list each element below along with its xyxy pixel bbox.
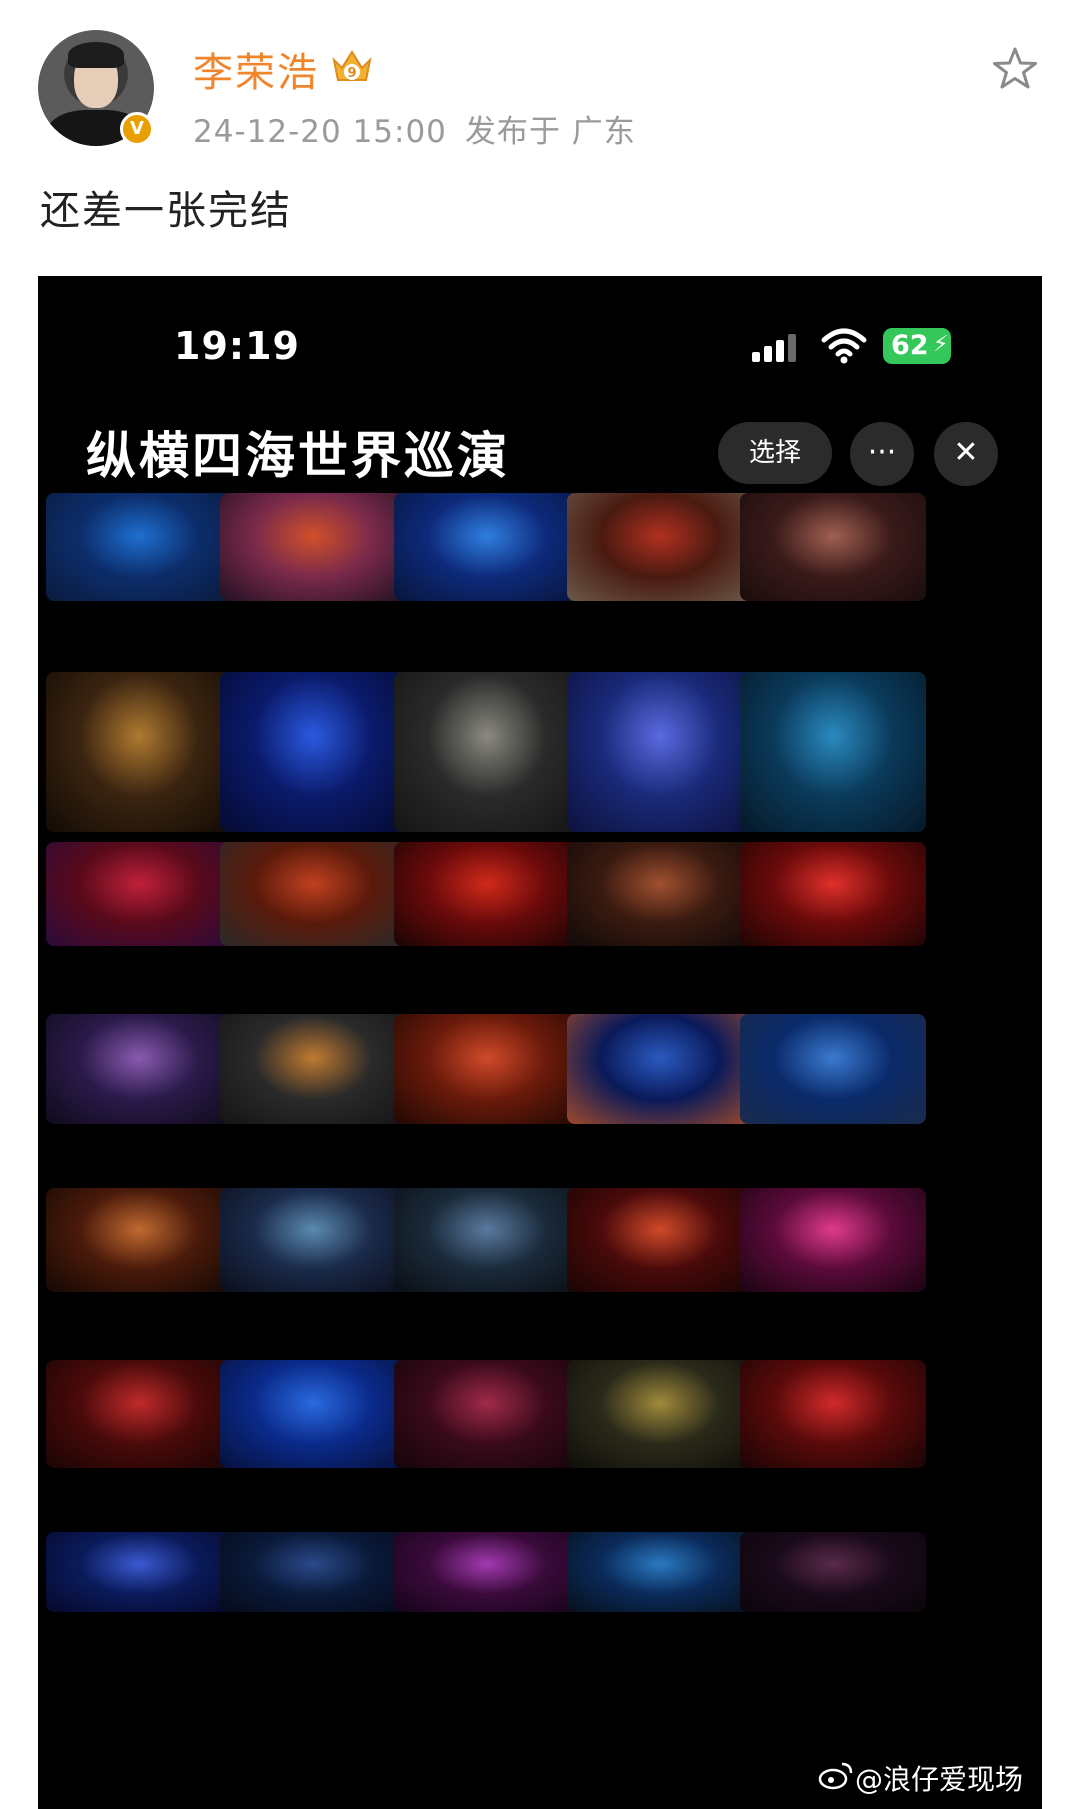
post-text: 还差一张完结 [40, 188, 292, 234]
photo-thumbnail[interactable] [567, 1014, 753, 1124]
photo-thumbnail[interactable] [567, 1532, 753, 1612]
photo-thumbnail[interactable] [567, 1360, 753, 1468]
photo-thumbnail[interactable] [220, 672, 406, 832]
vip-crown-icon: 9 [332, 50, 372, 81]
photo-thumbnail[interactable] [46, 1014, 232, 1124]
photo-thumbnail[interactable] [394, 1188, 580, 1292]
photo-thumbnail[interactable] [740, 1360, 926, 1468]
photo-thumbnail[interactable] [394, 842, 580, 946]
photo-thumbnail[interactable] [220, 842, 406, 946]
watermark: @浪仔爱现场 [855, 1763, 1024, 1796]
verified-badge-icon: V [120, 112, 154, 146]
photo-thumbnail[interactable] [220, 493, 406, 601]
photo-grid [38, 276, 1042, 1809]
photo-thumbnail[interactable] [394, 493, 580, 601]
photo-thumbnail[interactable] [740, 1532, 926, 1612]
username[interactable]: 李荣浩 [193, 40, 319, 98]
post-meta: 24-12-20 15:00 发布于 广东 [193, 106, 636, 151]
vip-level-label: 9 [347, 66, 356, 81]
photo-thumbnail[interactable] [394, 1532, 580, 1612]
photo-thumbnail[interactable] [394, 1360, 580, 1468]
photo-thumbnail[interactable] [740, 1188, 926, 1292]
photo-thumbnail[interactable] [394, 1014, 580, 1124]
photo-thumbnail[interactable] [740, 1014, 926, 1124]
photo-thumbnail[interactable] [220, 1014, 406, 1124]
embedded-screenshot[interactable]: 19:19 62 ⚡ 纵横四海世界巡演 选择 ··· ✕ [38, 276, 1042, 1809]
photo-thumbnail[interactable] [567, 672, 753, 832]
photo-thumbnail[interactable] [46, 1532, 232, 1612]
photo-thumbnail[interactable] [46, 672, 232, 832]
photo-thumbnail[interactable] [567, 842, 753, 946]
photo-thumbnail[interactable] [46, 493, 232, 601]
weibo-logo-icon [818, 1762, 853, 1790]
photo-thumbnail[interactable] [46, 842, 232, 946]
photo-thumbnail[interactable] [220, 1532, 406, 1612]
photo-thumbnail[interactable] [740, 672, 926, 832]
photo-thumbnail[interactable] [740, 493, 926, 601]
post-header: V 李荣浩 9 24-12-20 15:00 发布于 广东 [0, 0, 1080, 170]
photo-thumbnail[interactable] [567, 1188, 753, 1292]
avatar-hair [68, 42, 124, 68]
photo-thumbnail[interactable] [220, 1360, 406, 1468]
photo-thumbnail[interactable] [740, 842, 926, 946]
favorite-star-icon[interactable] [990, 44, 1040, 94]
photo-thumbnail[interactable] [46, 1188, 232, 1292]
photo-thumbnail[interactable] [394, 672, 580, 832]
photo-thumbnail[interactable] [46, 1360, 232, 1468]
post-date: 24-12-20 15:00 [193, 114, 447, 150]
photo-thumbnail[interactable] [567, 493, 753, 601]
photo-thumbnail[interactable] [220, 1188, 406, 1292]
post-location: 发布于 广东 [464, 114, 636, 150]
